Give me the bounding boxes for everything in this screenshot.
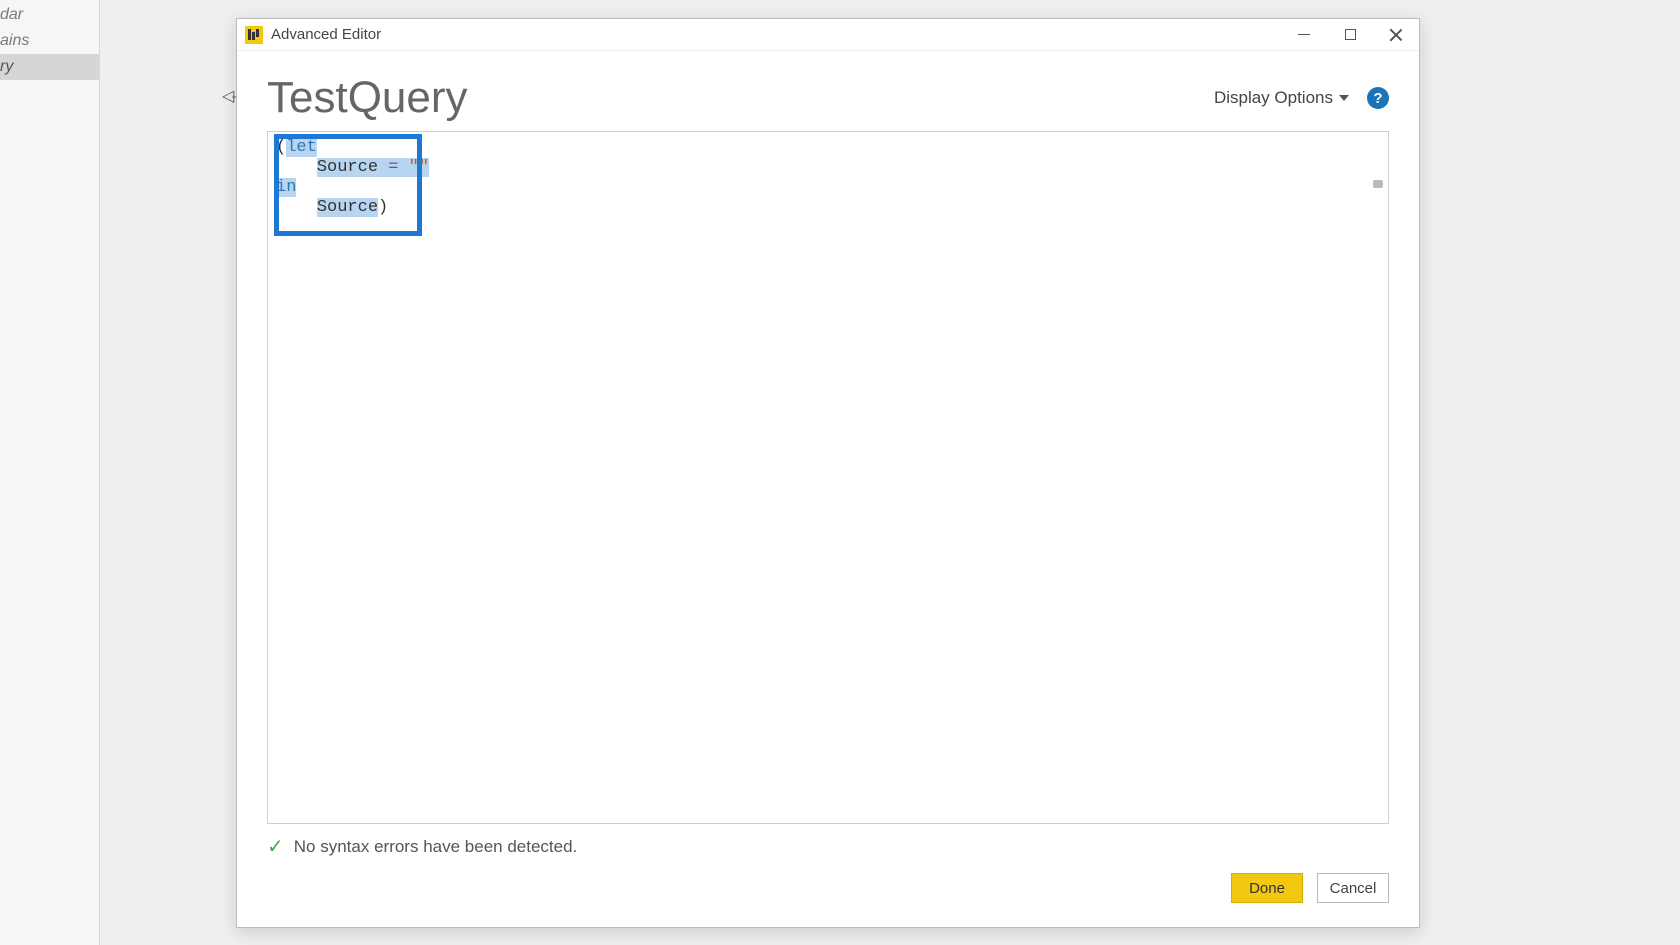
code-let-keyword: let <box>286 138 317 157</box>
close-button[interactable] <box>1373 19 1419 51</box>
code-editor-container: (let Source = "" in Source) <box>267 131 1389 824</box>
window-controls <box>1281 19 1419 51</box>
cancel-button[interactable]: Cancel <box>1317 873 1389 903</box>
minimize-icon <box>1298 34 1310 35</box>
display-options-label: Display Options <box>1214 88 1333 108</box>
code-source-ident-2: Source <box>317 198 378 217</box>
dialog-titlebar[interactable]: Advanced Editor <box>237 19 1419 51</box>
code-close-paren: ) <box>378 198 388 217</box>
close-icon <box>1389 28 1403 42</box>
query-name-title: TestQuery <box>267 73 468 123</box>
dialog-title: Advanced Editor <box>271 26 381 43</box>
maximize-button[interactable] <box>1327 19 1373 51</box>
syntax-status-row: ✓ No syntax errors have been detected. <box>237 824 1419 867</box>
editor-scrollbar[interactable] <box>1372 134 1386 821</box>
display-options-dropdown[interactable]: Display Options <box>1214 88 1349 108</box>
sidebar-item-2[interactable]: ry <box>0 54 99 80</box>
scrollbar-thumb[interactable] <box>1373 180 1383 188</box>
code-string-literal: "" <box>409 158 429 177</box>
code-equals: = <box>378 158 409 177</box>
chevron-down-icon <box>1339 95 1349 101</box>
help-icon[interactable]: ? <box>1367 87 1389 109</box>
syntax-status-text: No syntax errors have been detected. <box>294 837 578 857</box>
advanced-editor-dialog: Advanced Editor TestQuery Display Option… <box>236 18 1420 928</box>
check-icon: ✓ <box>267 834 284 859</box>
maximize-icon <box>1345 29 1356 40</box>
app-icon <box>245 26 263 44</box>
dialog-header: TestQuery Display Options ? <box>237 51 1419 131</box>
dialog-button-row: Done Cancel <box>237 867 1419 927</box>
code-open-paren: ( <box>276 138 286 157</box>
code-editor[interactable]: (let Source = "" in Source) <box>268 132 1388 823</box>
done-button[interactable]: Done <box>1231 873 1303 903</box>
sidebar-item-1[interactable]: ains <box>0 28 99 54</box>
code-in-keyword: in <box>276 178 296 197</box>
queries-sidebar: dar ains ry <box>0 0 100 945</box>
minimize-button[interactable] <box>1281 19 1327 51</box>
code-source-ident-1: Source <box>317 158 378 177</box>
sidebar-item-0[interactable]: dar <box>0 2 99 28</box>
